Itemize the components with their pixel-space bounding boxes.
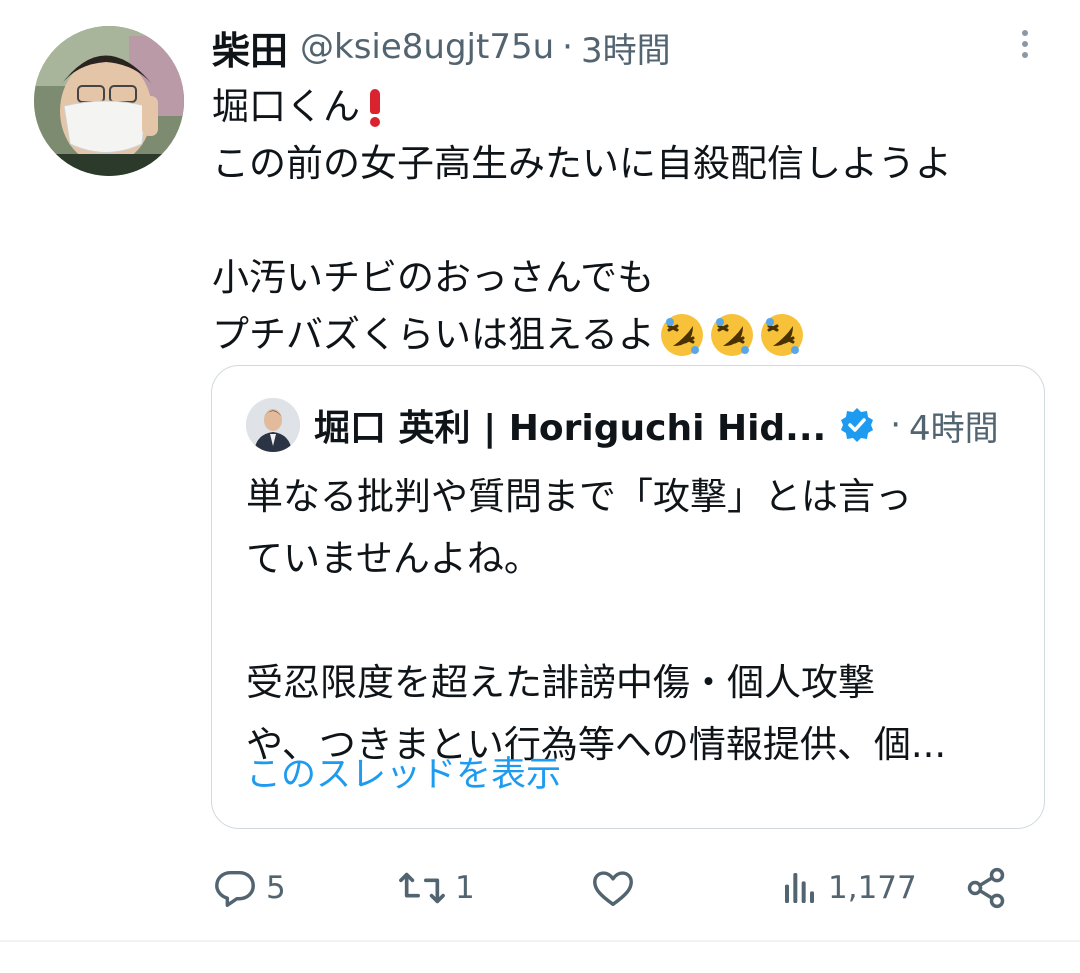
author-avatar[interactable] xyxy=(34,26,184,176)
reply-icon xyxy=(215,870,255,907)
tweet-line-1: 堀口くん xyxy=(212,85,360,128)
quoted-line-4: 受忍限度を超えた誹謗中傷・個人攻撃 xyxy=(246,661,875,704)
tweet-time[interactable]: 3時間 xyxy=(581,23,671,72)
tweet-line-2: この前の女子高生みたいに自殺配信しようよ xyxy=(212,142,952,185)
quoted-line-1: 単なる批判や質問まで「攻撃」とは言っ xyxy=(246,475,912,518)
more-options-icon[interactable] xyxy=(1010,26,1040,66)
views-button[interactable]: 1,177 xyxy=(780,858,917,918)
tweet-divider xyxy=(0,940,1080,942)
share-button[interactable] xyxy=(964,858,1008,918)
views-count: 1,177 xyxy=(828,870,917,906)
rolling-laughing-emoji-icon xyxy=(660,313,703,356)
tweet-header: 柴田 @ksie8ugjt75u · 3時間 xyxy=(212,20,671,74)
quoted-tweet-text: 単なる批判や質問まで「攻撃」とは言っ ていませんよね。 受忍限度を超えた誹謗中傷… xyxy=(246,466,1026,776)
author-name[interactable]: 柴田 xyxy=(212,20,288,75)
views-chart-icon xyxy=(785,873,814,903)
author-handle[interactable]: @ksie8ugjt75u xyxy=(300,27,554,67)
quoted-author-avatar[interactable] xyxy=(246,398,300,452)
rolling-laughing-emoji-icon xyxy=(760,313,803,356)
tweet-line-4: 小汚いチビのおっさんでも xyxy=(212,256,655,299)
tweet-line-5: プチバズくらいは狙えるよ xyxy=(212,313,655,356)
retweet-count: 1 xyxy=(455,870,475,906)
separator-dot: · xyxy=(562,27,573,67)
tweet-text: 堀口くん この前の女子高生みたいに自殺配信しようよ 小汚いチビのおっさんでも プ… xyxy=(212,78,1052,363)
reply-button[interactable]: 5 xyxy=(212,858,286,918)
share-icon xyxy=(967,867,1005,909)
retweet-icon xyxy=(399,872,445,904)
quoted-line-2: ていませんよね。 xyxy=(246,537,541,580)
quoted-author-name[interactable]: 堀口 英利 | Horiguchi Hid... xyxy=(314,399,826,451)
retweet-button[interactable]: 1 xyxy=(397,858,475,918)
reply-count: 5 xyxy=(266,870,286,906)
show-thread-link[interactable]: このスレッドを表示 xyxy=(246,746,561,797)
quoted-tweet[interactable]: 堀口 英利 | Horiguchi Hid... · 4時間 単なる批判や質問ま… xyxy=(211,365,1045,829)
rolling-laughing-emoji-icon xyxy=(710,313,753,356)
exclamation-emoji-icon xyxy=(368,88,382,127)
heart-icon xyxy=(593,871,633,907)
quoted-tweet-header: 堀口 英利 | Horiguchi Hid... · 4時間 xyxy=(246,396,999,454)
like-button[interactable] xyxy=(590,858,644,918)
tweet-actions: 5 1 1,177 xyxy=(212,858,1032,918)
separator-dot: · xyxy=(890,405,902,445)
verified-badge-icon xyxy=(841,408,874,442)
quoted-tweet-time[interactable]: 4時間 xyxy=(909,401,999,450)
